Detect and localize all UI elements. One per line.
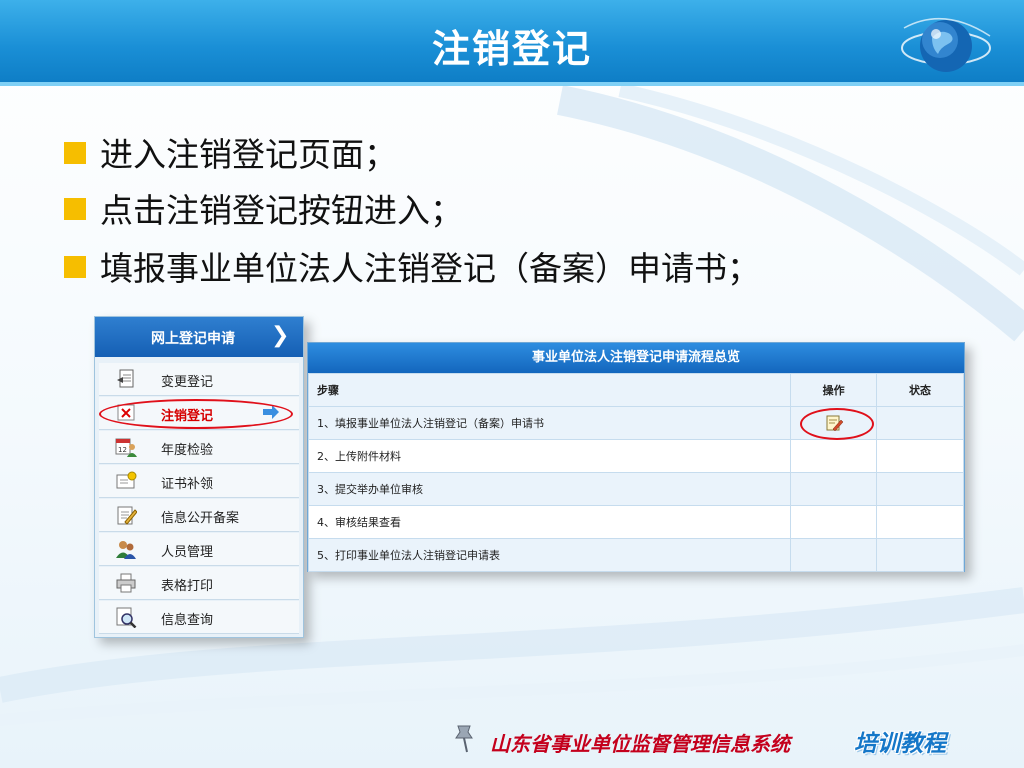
- menu-item-label: 证书补领: [161, 477, 214, 492]
- magnifier-document-icon: [116, 607, 137, 628]
- menu-item-label: 表格打印: [161, 579, 214, 594]
- cancellation-flow-panel: 事业单位法人注销登记申请流程总览 步骤 操作 状态 1、填报事业单位法人注销登记…: [307, 342, 965, 572]
- status-cell: [876, 439, 964, 473]
- table-row: 3、提交举办单位审核: [307, 472, 964, 506]
- action-cell: [790, 505, 878, 539]
- bullet-square-icon: [64, 142, 86, 164]
- users-icon: [116, 541, 136, 559]
- notepad-pencil-icon: [117, 506, 137, 525]
- bullet-text: 点击注销登记按钮进入；: [100, 191, 463, 230]
- svg-text:12: 12: [118, 446, 127, 454]
- step-cell: 3、提交举办单位审核: [307, 472, 792, 506]
- menu-item-info-disclosure[interactable]: 信息公开备案: [99, 499, 299, 532]
- table-row: 4、审核结果查看: [307, 505, 964, 539]
- table-row: 5、打印事业单位法人注销登记申请表: [307, 538, 964, 572]
- flow-table: 步骤 操作 状态 1、填报事业单位法人注销登记（备案）申请书 2、上传附件材料: [307, 373, 964, 572]
- highlight-ellipse: [800, 408, 874, 440]
- calendar-user-icon: 12: [115, 438, 137, 457]
- bullet-text: 填报事业单位法人注销登记（备案）申请书；: [100, 249, 760, 288]
- menu-header-label: 网上登记申请: [151, 331, 235, 347]
- column-header-step: 步骤: [307, 373, 792, 407]
- bullet-square-icon: [64, 256, 86, 278]
- menu-item-label: 变更登记: [161, 375, 214, 390]
- printer-icon: [116, 573, 136, 593]
- menu-item-label: 人员管理: [161, 545, 214, 560]
- menu-item-label: 信息公开备案: [161, 511, 240, 526]
- bullet-square-icon: [64, 198, 86, 220]
- step-cell: 2、上传附件材料: [307, 439, 792, 473]
- action-cell: [790, 472, 878, 506]
- status-cell: [876, 505, 964, 539]
- status-cell: [876, 538, 964, 572]
- menu-item-change-registration[interactable]: 变更登记: [99, 363, 299, 396]
- footer-org-name: 山东省事业单位监督管理信息系统: [490, 732, 790, 756]
- status-cell: [876, 406, 964, 440]
- menu-item-form-print[interactable]: 表格打印: [99, 567, 299, 600]
- table-row: 2、上传附件材料: [307, 439, 964, 473]
- menu-item-info-query[interactable]: 信息查询: [99, 601, 299, 634]
- column-header-action: 操作: [790, 373, 878, 407]
- slide-title: 注销登记: [431, 27, 592, 71]
- step-cell: 1、填报事业单位法人注销登记（备案）申请书: [307, 406, 792, 440]
- flow-panel-title: 事业单位法人注销登记申请流程总览: [308, 343, 964, 373]
- certificate-icon: [116, 471, 137, 489]
- footer-training-tag: 培训教程: [854, 731, 946, 757]
- menu-item-label: 年度检验: [161, 443, 214, 458]
- online-registration-menu: 网上登记申请 ❯ 变更登记 注销登记 12 年度检验 证书补领 信息公开备案 人…: [94, 316, 304, 638]
- globe-icon: [901, 17, 991, 72]
- menu-item-annual-inspection[interactable]: 12 年度检验: [99, 431, 299, 464]
- status-cell: [876, 472, 964, 506]
- step-cell: 4、审核结果查看: [307, 505, 792, 539]
- footer-banner: 山东省事业单位监督管理信息系统 培训教程: [454, 722, 974, 762]
- action-cell: [790, 538, 878, 572]
- action-cell: [790, 439, 878, 473]
- menu-header[interactable]: 网上登记申请 ❯: [95, 317, 303, 357]
- step-cell: 5、打印事业单位法人注销登记申请表: [307, 538, 792, 572]
- menu-item-label: 信息查询: [161, 613, 214, 628]
- pushpin-icon: [455, 725, 473, 753]
- document-edit-icon: [117, 369, 134, 388]
- chevron-right-icon: ❯: [271, 323, 290, 348]
- highlight-ellipse: [99, 399, 293, 429]
- menu-item-certificate-reissue[interactable]: 证书补领: [99, 465, 299, 498]
- menu-item-personnel[interactable]: 人员管理: [99, 533, 299, 566]
- column-header-status: 状态: [876, 373, 964, 407]
- table-header-row: 步骤 操作 状态: [307, 373, 964, 407]
- bullet-text: 进入注销登记页面；: [100, 135, 397, 174]
